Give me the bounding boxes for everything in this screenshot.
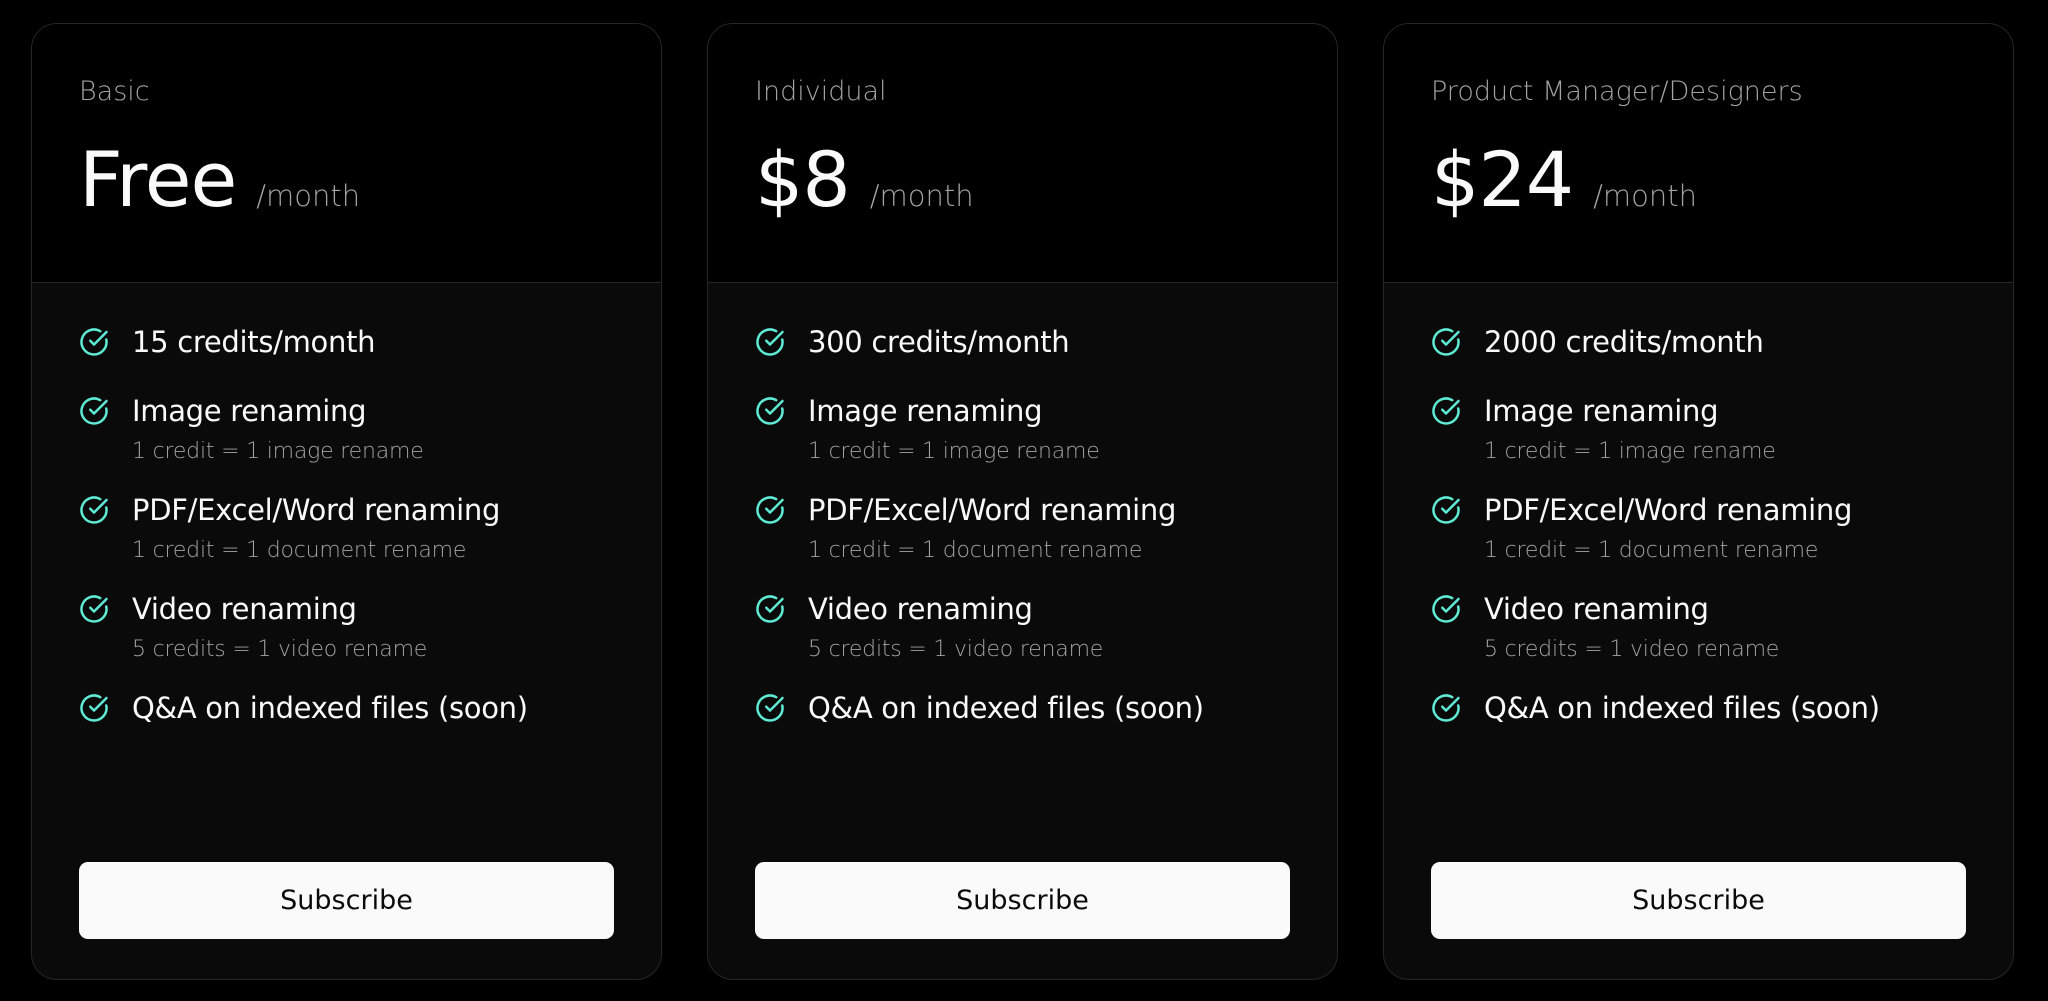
feature-item: Image renaming 1 credit = 1 image rename	[1431, 392, 1966, 466]
feature-note: 1 credit = 1 document rename	[1484, 538, 1819, 563]
pricing-card-product-manager: Product Manager/Designers $24 /month 200…	[1383, 23, 2014, 980]
card-body: 15 credits/month Image renaming 1 credit…	[32, 283, 661, 979]
feature-item: Image renaming 1 credit = 1 image rename	[755, 392, 1290, 466]
feature-item: 300 credits/month	[755, 323, 1290, 361]
plan-name: Individual	[755, 76, 887, 107]
feature-note: 5 credits = 1 video rename	[132, 637, 428, 662]
feature-item: Q&A on indexed files (soon)	[79, 689, 614, 727]
feature-label: Q&A on indexed files (soon)	[1484, 691, 1880, 725]
feature-item: Video renaming 5 credits = 1 video renam…	[79, 590, 614, 664]
card-header: Individual $8 /month	[708, 24, 1337, 283]
card-body: 300 credits/month Image renaming 1 credi…	[708, 283, 1337, 979]
circle-check-icon	[755, 693, 785, 723]
feature-label: PDF/Excel/Word renaming	[132, 493, 501, 527]
feature-note: 1 credit = 1 document rename	[132, 538, 467, 563]
feature-label: 2000 credits/month	[1484, 325, 1764, 359]
price-row: Free /month	[79, 142, 360, 218]
feature-item: PDF/Excel/Word renaming 1 credit = 1 doc…	[1431, 491, 1966, 565]
feature-label: PDF/Excel/Word renaming	[1484, 493, 1853, 527]
circle-check-icon	[79, 327, 109, 357]
feature-label: Video renaming	[132, 592, 357, 626]
circle-check-icon	[755, 327, 785, 357]
feature-list: 2000 credits/month Image renaming 1 cred…	[1431, 323, 1966, 758]
feature-item: 15 credits/month	[79, 323, 614, 361]
plan-price: Free	[79, 135, 237, 224]
feature-label: Image renaming	[1484, 394, 1719, 428]
circle-check-icon	[1431, 693, 1461, 723]
circle-check-icon	[79, 693, 109, 723]
plan-name: Product Manager/Designers	[1431, 76, 1803, 107]
feature-item: PDF/Excel/Word renaming 1 credit = 1 doc…	[79, 491, 614, 565]
circle-check-icon	[79, 396, 109, 426]
plan-price: $24	[1431, 135, 1574, 224]
card-body: 2000 credits/month Image renaming 1 cred…	[1384, 283, 2013, 979]
feature-label: PDF/Excel/Word renaming	[808, 493, 1177, 527]
feature-item: Video renaming 5 credits = 1 video renam…	[755, 590, 1290, 664]
billing-period: /month	[256, 179, 361, 213]
price-row: $24 /month	[1431, 142, 1697, 218]
feature-note: 5 credits = 1 video rename	[808, 637, 1104, 662]
circle-check-icon	[1431, 327, 1461, 357]
feature-item: 2000 credits/month	[1431, 323, 1966, 361]
plan-price: $8	[755, 135, 851, 224]
plan-name: Basic	[79, 76, 150, 107]
feature-item: Q&A on indexed files (soon)	[1431, 689, 1966, 727]
feature-item: PDF/Excel/Word renaming 1 credit = 1 doc…	[755, 491, 1290, 565]
feature-label: Image renaming	[808, 394, 1043, 428]
feature-list: 15 credits/month Image renaming 1 credit…	[79, 323, 614, 758]
subscribe-button[interactable]: Subscribe	[79, 862, 614, 939]
circle-check-icon	[79, 495, 109, 525]
circle-check-icon	[1431, 594, 1461, 624]
subscribe-button[interactable]: Subscribe	[755, 862, 1290, 939]
feature-note: 1 credit = 1 document rename	[808, 538, 1143, 563]
pricing-plans: Basic Free /month 15 credits/month Image…	[31, 23, 2014, 980]
feature-item: Image renaming 1 credit = 1 image rename	[79, 392, 614, 466]
pricing-card-individual: Individual $8 /month 300 credits/month I…	[707, 23, 1338, 980]
billing-period: /month	[1593, 179, 1697, 213]
circle-check-icon	[755, 495, 785, 525]
feature-list: 300 credits/month Image renaming 1 credi…	[755, 323, 1290, 758]
feature-label: 300 credits/month	[808, 325, 1070, 359]
feature-label: Q&A on indexed files (soon)	[808, 691, 1204, 725]
feature-note: 5 credits = 1 video rename	[1484, 637, 1780, 662]
feature-item: Q&A on indexed files (soon)	[755, 689, 1290, 727]
pricing-card-basic: Basic Free /month 15 credits/month Image…	[31, 23, 662, 980]
circle-check-icon	[755, 594, 785, 624]
feature-label: 15 credits/month	[132, 325, 376, 359]
feature-label: Q&A on indexed files (soon)	[132, 691, 528, 725]
feature-note: 1 credit = 1 image rename	[808, 439, 1100, 464]
feature-item: Video renaming 5 credits = 1 video renam…	[1431, 590, 1966, 664]
card-header: Product Manager/Designers $24 /month	[1384, 24, 2013, 283]
subscribe-button[interactable]: Subscribe	[1431, 862, 1966, 939]
feature-label: Video renaming	[808, 592, 1033, 626]
circle-check-icon	[1431, 396, 1461, 426]
billing-period: /month	[869, 179, 974, 213]
feature-label: Image renaming	[132, 394, 367, 428]
circle-check-icon	[79, 594, 109, 624]
card-header: Basic Free /month	[32, 24, 661, 283]
feature-note: 1 credit = 1 image rename	[1484, 439, 1776, 464]
feature-label: Video renaming	[1484, 592, 1709, 626]
circle-check-icon	[1431, 495, 1461, 525]
feature-note: 1 credit = 1 image rename	[132, 439, 424, 464]
price-row: $8 /month	[755, 142, 974, 218]
circle-check-icon	[755, 396, 785, 426]
